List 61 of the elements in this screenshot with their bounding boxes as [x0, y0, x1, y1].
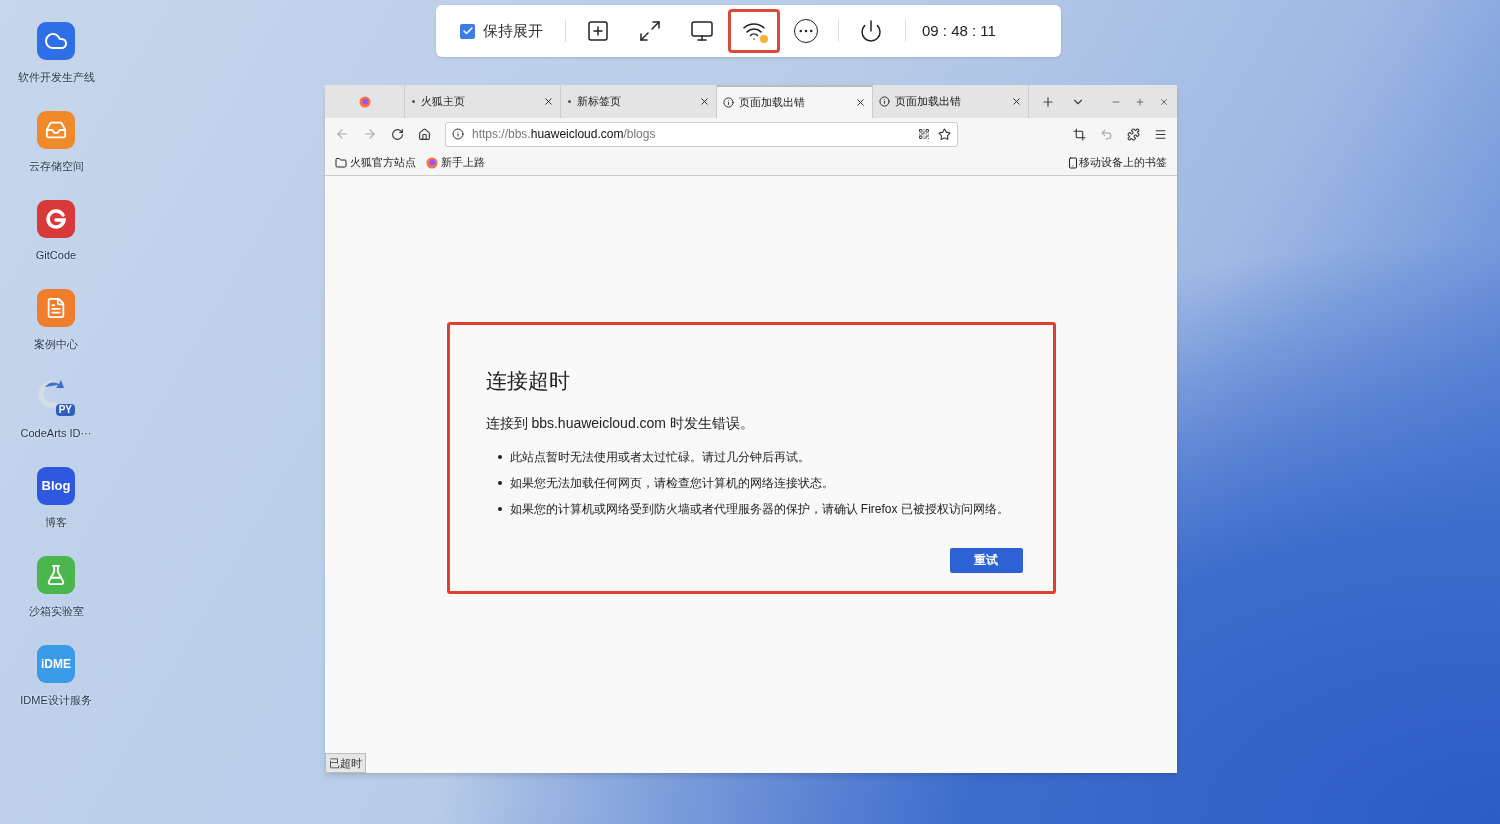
bookmark-item[interactable]: 新手上路: [426, 154, 485, 171]
qr-code-icon[interactable]: [918, 128, 930, 140]
status-label: 已超时: [325, 752, 366, 773]
star-icon[interactable]: [938, 127, 951, 141]
keep-open-checkbox[interactable]: [460, 23, 475, 39]
tab-title: 页面加载出错: [739, 95, 806, 111]
error-message: 连接到 bbs.huaweicloud.com 时发生错误。: [485, 413, 755, 433]
firefox-icon: [426, 156, 438, 169]
app-label: GitCode: [35, 248, 77, 263]
phone-icon: [1067, 156, 1079, 169]
bookmark-item[interactable]: 火狐官方站点: [335, 154, 416, 171]
menu-icon[interactable]: [1154, 127, 1167, 141]
monitor-icon: [690, 19, 714, 43]
tab-title: 新标签页: [577, 94, 622, 110]
error-title: 连接超时: [485, 368, 571, 394]
power-icon: [859, 19, 883, 43]
cloud-app-icon[interactable]: [37, 22, 75, 60]
keep-open-label[interactable]: 保持展开: [483, 19, 543, 43]
app-label: CodeArts ID···: [20, 426, 92, 441]
flask-app-icon[interactable]: [37, 556, 75, 594]
g-letter-app-icon[interactable]: [37, 200, 75, 238]
app-label: 沙箱实验室: [28, 604, 84, 619]
error-hint: 此站点暂时无法使用或者太过忙碌。请过几分钟后再试。: [509, 448, 810, 466]
retry-button[interactable]: 重试: [949, 547, 1023, 573]
document-app-icon[interactable]: [37, 289, 75, 327]
crop-icon[interactable]: [1073, 127, 1086, 141]
wifi-button[interactable]: [728, 9, 780, 53]
address-bar[interactable]: https://bbs.huaweicloud.com/blogs: [445, 121, 958, 147]
browser-tab[interactable]: 页面加载出错: [717, 85, 873, 118]
firefox-icon: [358, 95, 371, 108]
bullet-icon: [497, 506, 502, 511]
url-text: https://bbs.huaweicloud.com/blogs: [472, 126, 657, 143]
home-icon[interactable]: [418, 127, 431, 141]
close-icon[interactable]: [699, 96, 710, 107]
close-icon[interactable]: [543, 96, 554, 107]
blog-app-icon[interactable]: Blog: [37, 467, 75, 505]
mobile-bookmarks[interactable]: 移动设备上的书签: [1067, 154, 1167, 171]
extensions-icon[interactable]: [1127, 127, 1140, 141]
close-icon[interactable]: [1011, 96, 1022, 107]
error-hint: 如果您的计算机或网络受到防火墙或者代理服务器的保护，请确认 Firefox 已被授权访问网络。: [509, 500, 1009, 518]
app-label: 博客: [45, 515, 67, 530]
maximize-icon[interactable]: [1135, 96, 1145, 107]
bullet-icon: [497, 480, 502, 485]
expand-icon: [638, 19, 662, 43]
plus-square-icon: [586, 19, 610, 43]
tab-title: 火狐主页: [421, 94, 466, 110]
app-label: 案例中心: [34, 337, 78, 352]
app-label: IDME设计服务: [20, 693, 92, 708]
app-label: 软件开发生产线: [17, 70, 95, 85]
tab-title: 页面加载出错: [895, 94, 962, 110]
error-hint: 如果您无法加载任何网页，请检查您计算机的网络连接状态。: [509, 474, 834, 492]
info-icon: [452, 128, 464, 140]
new-tab-icon[interactable]: [1041, 94, 1055, 109]
info-icon: [723, 97, 734, 108]
bullet-icon: [497, 454, 502, 459]
folder-icon: [335, 156, 347, 169]
reload-icon[interactable]: [391, 127, 404, 141]
clock-time: 09 : 48 : 11: [922, 20, 996, 41]
app-label: 云存储空间: [28, 159, 84, 174]
close-icon[interactable]: [855, 97, 866, 108]
info-icon: [879, 96, 890, 107]
